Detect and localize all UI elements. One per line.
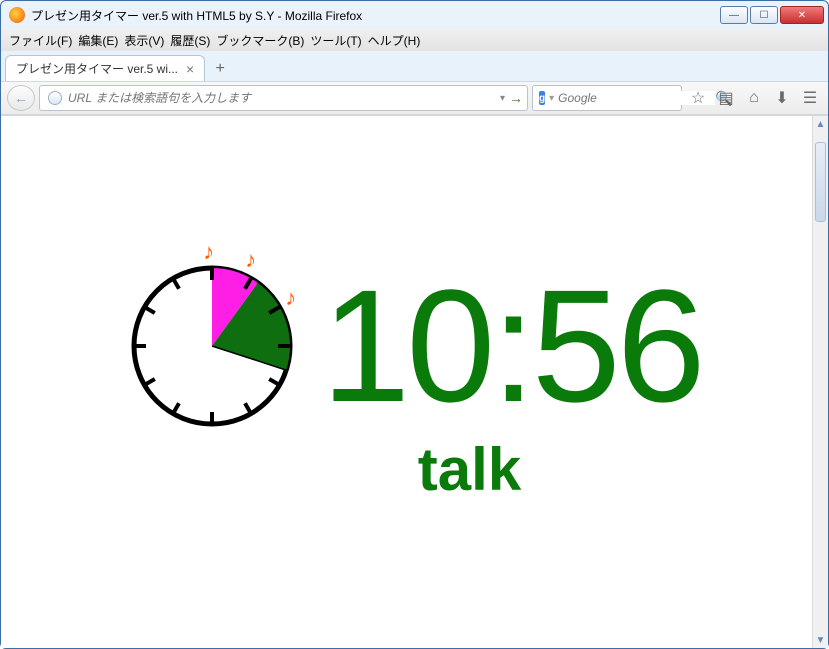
timer-label: talk <box>418 435 521 504</box>
scroll-thumb[interactable] <box>815 142 826 222</box>
timer-widget: ♪ ♪ ♪ <box>1 116 828 648</box>
page-content: ♪ ♪ ♪ <box>1 115 828 648</box>
url-bar[interactable]: ▾ → <box>39 85 528 111</box>
menu-help[interactable]: ヘルプ(H) <box>368 32 421 49</box>
google-engine-icon[interactable]: g <box>539 91 545 105</box>
urlbar-go-icon[interactable]: → <box>509 90 523 106</box>
home-icon[interactable]: ⌂ <box>742 86 766 110</box>
bell-marker-2-icon: ♪ <box>285 285 296 311</box>
tab-title: プレゼン用タイマー ver.5 wi... <box>16 60 178 77</box>
clock-face: ♪ ♪ ♪ <box>127 261 297 431</box>
hamburger-menu-icon[interactable]: ☰ <box>798 86 822 110</box>
titlebar: プレゼン用タイマー ver.5 with HTML5 by S.Y - Mozi… <box>1 1 828 29</box>
vertical-scrollbar[interactable]: ▲ ▼ <box>812 116 828 648</box>
menu-file[interactable]: ファイル(F) <box>9 32 72 49</box>
navbar: ← ▾ → g ▾ 🔍 ☆ ▤ ⌂ ⬇ ☰ <box>1 81 828 115</box>
menu-tools[interactable]: ツール(T) <box>310 32 361 49</box>
menu-history[interactable]: 履歴(S) <box>170 32 210 49</box>
firefox-icon <box>9 7 25 23</box>
window-controls: — ☐ ✕ <box>720 6 824 24</box>
scroll-down-icon[interactable]: ▼ <box>813 632 828 648</box>
search-dropdown-icon[interactable]: ▾ <box>549 93 554 104</box>
back-button[interactable]: ← <box>7 85 35 111</box>
scroll-track[interactable] <box>813 132 828 632</box>
menubar: ファイル(F) 編集(E) 表示(V) 履歴(S) ブックマーク(B) ツール(… <box>1 29 828 51</box>
scroll-up-icon[interactable]: ▲ <box>813 116 828 132</box>
menu-view[interactable]: 表示(V) <box>124 32 164 49</box>
timer-row: ♪ ♪ ♪ <box>127 261 701 431</box>
menu-bookmarks[interactable]: ブックマーク(B) <box>216 32 304 49</box>
tab-active[interactable]: プレゼン用タイマー ver.5 wi... × <box>5 55 205 81</box>
url-input[interactable] <box>68 91 496 105</box>
timer-digits: 10:56 <box>321 266 701 426</box>
menu-edit[interactable]: 編集(E) <box>78 32 118 49</box>
new-tab-button[interactable]: + <box>207 57 233 81</box>
close-button[interactable]: ✕ <box>780 6 824 24</box>
globe-icon <box>48 91 62 105</box>
minimize-button[interactable]: — <box>720 6 748 24</box>
browser-window: プレゼン用タイマー ver.5 with HTML5 by S.Y - Mozi… <box>0 0 829 649</box>
tab-close-icon[interactable]: × <box>186 61 194 77</box>
downloads-icon[interactable]: ⬇ <box>770 86 794 110</box>
clock-svg <box>127 261 297 431</box>
window-title: プレゼン用タイマー ver.5 with HTML5 by S.Y - Mozi… <box>31 7 720 24</box>
maximize-button[interactable]: ☐ <box>750 6 778 24</box>
reader-icon[interactable]: ▤ <box>714 86 738 110</box>
urlbar-dropdown-icon[interactable]: ▾ <box>500 93 505 104</box>
bookmark-star-icon[interactable]: ☆ <box>686 86 710 110</box>
bell-marker-1-icon: ♪ <box>245 247 256 273</box>
tabstrip: プレゼン用タイマー ver.5 wi... × + <box>1 51 828 81</box>
search-bar[interactable]: g ▾ 🔍 <box>532 85 682 111</box>
bell-marker-0-icon: ♪ <box>203 239 214 265</box>
